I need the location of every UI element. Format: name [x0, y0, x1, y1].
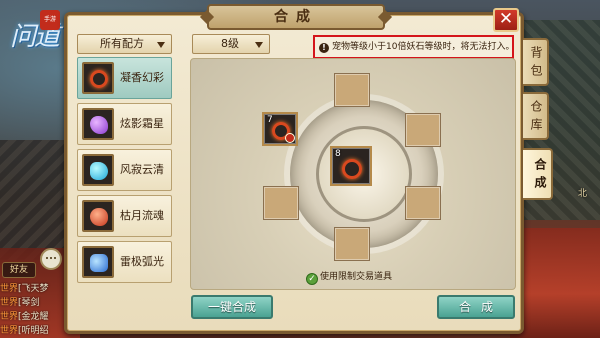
chat-bubble-icon[interactable] [40, 248, 62, 270]
slot-count: 7 [267, 115, 273, 125]
material-slot-bottom-left[interactable] [263, 186, 299, 220]
chevron-down-icon [157, 42, 165, 48]
auto-compose-button[interactable]: 一键合成 [191, 295, 273, 319]
tab-bag[interactable]: 背包 [523, 38, 549, 86]
material-slot-top[interactable] [334, 73, 370, 107]
result-slot[interactable]: 8 [330, 146, 372, 186]
material-slot-top-left[interactable]: 7 [262, 112, 298, 146]
recipe-label: 风寂云清 [120, 163, 164, 176]
recipe-item-2[interactable]: 风寂云清 [77, 149, 172, 191]
purple-stone-icon [90, 116, 108, 134]
recipe-label: 凝香幻彩 [120, 71, 164, 84]
warning-text: 宠物等级小于10倍妖石等级时，将无法打入。 [332, 42, 514, 52]
warning-icon: ! [319, 43, 329, 53]
recipe-filter-dropdown[interactable]: 所有配方 [77, 34, 172, 54]
blue-stone-icon [90, 254, 108, 272]
recipe-icon-box [82, 62, 114, 94]
restricted-items-checkbox[interactable]: ✓ 使用限制交易道具 [306, 270, 393, 285]
scene-label: 北 [578, 189, 588, 199]
warning-notice: ! 宠物等级小于10倍妖石等级时，将无法打入。 [313, 35, 514, 59]
remove-badge-icon[interactable] [285, 133, 295, 143]
game-logo: 问道 手游 [4, 6, 66, 66]
recipe-icon-box [82, 154, 114, 186]
red-stone-icon [90, 208, 108, 226]
tab-warehouse[interactable]: 仓库 [523, 92, 549, 140]
compose-button[interactable]: 合成 [437, 295, 515, 319]
checkbox-label: 使用限制交易道具 [320, 272, 393, 282]
level-filter-dropdown[interactable]: 8级 [192, 34, 270, 54]
chat-line: 世界[听明绍 [0, 326, 49, 336]
chat-line: 世界[琴剑 [0, 298, 40, 308]
recipe-item-0[interactable]: 凝香幻彩 [77, 57, 172, 99]
recipe-item-1[interactable]: 炫影霜星 [77, 103, 172, 145]
recipe-filter-value: 所有配方 [100, 37, 144, 50]
friend-button[interactable]: 好友 [2, 262, 36, 278]
close-button[interactable]: ✕ [493, 8, 519, 32]
fire-ring-gem-icon [90, 70, 108, 88]
result-count: 8 [335, 149, 341, 159]
recipe-item-3[interactable]: 枯月流魂 [77, 195, 172, 237]
recipe-icon-box [82, 246, 114, 278]
material-slot-top-right[interactable] [405, 113, 441, 147]
recipe-label: 炫影霜星 [120, 117, 164, 130]
panel-title: 合成 [207, 4, 385, 30]
material-slot-bottom-right[interactable] [405, 186, 441, 220]
chat-panel[interactable]: 世界[飞天梦 世界[琴剑 世界[金龙耀 世界[听明绍 [0, 282, 70, 338]
cyan-stone-icon [90, 162, 108, 180]
recipe-label: 枯月流魂 [120, 209, 164, 222]
fire-ring-gem-icon [342, 159, 362, 179]
checkbox-checked-icon: ✓ [306, 273, 318, 285]
scene-roof-left [0, 140, 70, 260]
logo-seal: 手游 [40, 10, 60, 30]
recipe-icon-box [82, 200, 114, 232]
recipe-icon-box [82, 108, 114, 140]
recipe-item-4[interactable]: 雷极弧光 [77, 241, 172, 283]
chat-line: 世界[金龙耀 [0, 312, 49, 322]
recipe-list: 凝香幻彩 炫影霜星 风寂云清 枯月流魂 雷极弧光 [77, 57, 172, 287]
chevron-down-icon [255, 42, 263, 48]
chat-line: 世界[飞天梦 [0, 284, 49, 294]
material-slot-bottom[interactable] [334, 227, 370, 261]
tab-compose[interactable]: 合成 [523, 148, 553, 200]
level-filter-value: 8级 [221, 37, 239, 50]
recipe-label: 雷极弧光 [120, 255, 164, 268]
